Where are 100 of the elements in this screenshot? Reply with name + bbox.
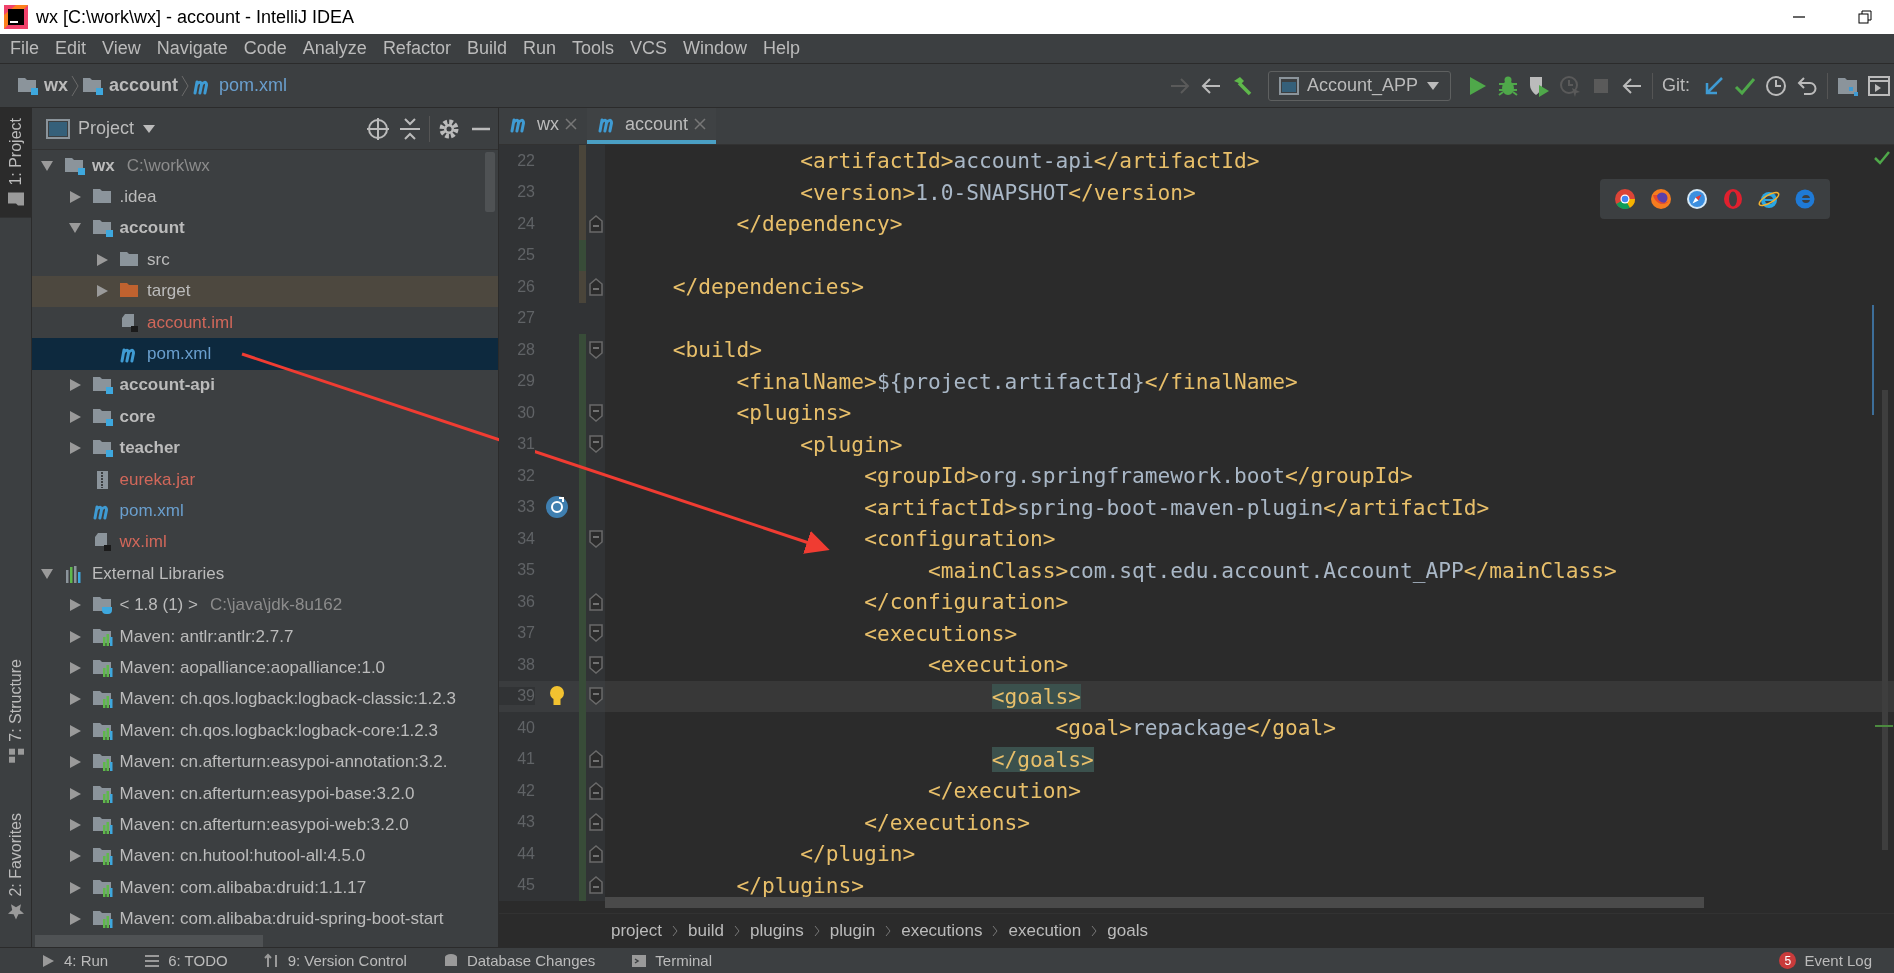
tree-row[interactable]: Maven: cn.afterturn:easypoi-web:3.2.0 [32, 809, 498, 841]
tool-window-tab[interactable]: 7: Structure [0, 648, 32, 774]
breadcrumb-item[interactable]: execution [1008, 920, 1082, 941]
tree-row[interactable]: Maven: cn.hutool:hutool-all:4.5.0 [32, 840, 498, 872]
tree-row[interactable]: wx C:\work\wx [32, 150, 498, 182]
expand-arrow-icon[interactable] [67, 598, 82, 613]
menu-item[interactable]: File [2, 38, 47, 59]
lightbulb-icon[interactable] [548, 685, 566, 708]
unfold-icon[interactable] [588, 844, 603, 863]
expand-arrow-icon[interactable] [95, 284, 109, 299]
tree-row[interactable]: src [32, 244, 498, 276]
tool-window-button[interactable]: Database Changes [442, 952, 596, 969]
crosshair-icon[interactable] [365, 115, 391, 142]
expand-arrow-icon[interactable] [67, 409, 82, 424]
menu-item[interactable]: Window [675, 38, 756, 59]
tree-row[interactable]: core [32, 401, 498, 433]
fold-icon[interactable] [588, 340, 603, 359]
menu-item[interactable]: Refactor [374, 38, 459, 59]
fold-icon[interactable] [588, 529, 603, 548]
menu-item[interactable]: View [94, 38, 149, 59]
scrollbar[interactable] [605, 897, 1704, 908]
breadcrumb-item[interactable]: executions [901, 920, 983, 941]
menu-item[interactable]: VCS [622, 38, 675, 59]
expand-arrow-icon[interactable] [67, 755, 82, 770]
tree-row[interactable]: < 1.8 (1) > C:\java\jdk-8u162 [32, 589, 498, 621]
breadcrumb-item[interactable]: goals [1107, 920, 1148, 941]
unfold-icon[interactable] [588, 592, 603, 611]
unfold-icon[interactable] [588, 781, 603, 800]
expand-arrow-icon[interactable] [67, 786, 82, 801]
expand-arrow-icon[interactable] [67, 880, 82, 895]
tree-row[interactable]: pom.xml [32, 338, 498, 370]
expand-arrow-icon[interactable] [67, 912, 82, 927]
unfold-icon[interactable] [588, 876, 603, 895]
menu-item[interactable]: Help [755, 38, 809, 59]
event-log-button[interactable]: 5 Event Log [1779, 952, 1872, 969]
fold-icon[interactable] [588, 403, 603, 422]
menu-item[interactable]: Code [235, 38, 295, 59]
fold-icon[interactable] [588, 624, 603, 643]
expand-arrow-icon[interactable] [67, 629, 82, 644]
unfold-icon[interactable] [588, 750, 603, 769]
tool-window-button[interactable]: 4: Run [40, 952, 109, 969]
close-icon[interactable] [565, 118, 577, 130]
tool-window-button[interactable]: 9: Version Control [263, 952, 407, 969]
breadcrumb-item[interactable]: account [79, 75, 182, 96]
breadcrumb-item[interactable]: build [688, 920, 724, 941]
breadcrumb-item[interactable]: plugins [749, 920, 804, 941]
tool-window-button[interactable]: 6: TODO [144, 952, 228, 969]
expand-arrow-icon[interactable] [67, 378, 82, 393]
update-arrow-icon[interactable] [1703, 74, 1725, 97]
history-icon[interactable] [1765, 74, 1787, 97]
tree-row[interactable]: Maven: ch.qos.logback:logback-core:1.2.3 [32, 715, 498, 747]
tree-row[interactable]: Maven: com.alibaba:druid:1.1.17 [32, 872, 498, 904]
expand-arrow-icon[interactable] [67, 849, 82, 864]
tree-row[interactable]: wx.iml [32, 526, 498, 559]
unfold-icon[interactable] [588, 277, 603, 296]
browser-icon[interactable] [1650, 188, 1672, 210]
close-icon[interactable] [694, 118, 707, 130]
expand-arrow-icon[interactable] [67, 441, 82, 456]
window-icon[interactable] [1868, 74, 1890, 97]
fold-icon[interactable] [588, 435, 603, 454]
menu-item[interactable]: Edit [47, 38, 95, 59]
tool-window-tab[interactable]: 1: Project [0, 108, 32, 218]
tree-row[interactable]: Maven: com.alibaba:druid-spring-boot-start [32, 903, 498, 935]
collapse-all-icon[interactable] [397, 115, 423, 142]
browser-icon[interactable] [1614, 188, 1636, 210]
tree-row[interactable]: target [32, 275, 498, 307]
menu-item[interactable]: Analyze [294, 38, 375, 59]
menu-item[interactable]: Build [458, 38, 515, 59]
tree-row[interactable]: account-api [32, 369, 498, 402]
tree-row[interactable]: eureka.jar [32, 463, 498, 496]
menu-item[interactable]: Tools [563, 38, 622, 59]
expand-arrow-icon[interactable] [67, 692, 82, 707]
run-gutter-icon[interactable] [545, 495, 569, 520]
collapse-arrow-icon[interactable] [40, 158, 54, 173]
menu-item[interactable]: Navigate [148, 38, 236, 59]
unfold-icon[interactable] [588, 813, 603, 832]
expand-arrow-icon[interactable] [67, 723, 82, 738]
tree-row[interactable]: account [32, 212, 498, 245]
tree-row[interactable]: Maven: antlr:antlr:2.7.7 [32, 620, 498, 653]
breadcrumb-item[interactable]: wx [14, 75, 71, 96]
tool-window-tab[interactable]: 2: Favorites [0, 803, 32, 931]
expand-arrow-icon[interactable] [67, 817, 82, 832]
tree-row[interactable]: .idea [32, 181, 498, 213]
tree-row[interactable]: External Libraries [32, 558, 498, 590]
tree-row[interactable]: Maven: cn.afterturn:easypoi-base:3.2.0 [32, 777, 498, 810]
browser-icon[interactable] [1686, 188, 1708, 210]
tree-row[interactable]: Maven: ch.qos.logback:logback-classic:1.2.3 [32, 683, 498, 716]
scrollbar[interactable] [35, 935, 263, 947]
run-configuration-dropdown[interactable]: Account_APP [1267, 70, 1451, 101]
project-view-dropdown[interactable]: Project [40, 117, 163, 140]
tree-row[interactable]: Maven: cn.afterturn:easypoi-annotation:3.2. [32, 746, 498, 778]
tree-row[interactable]: Maven: aopalliance:aopalliance:1.0 [32, 652, 498, 684]
tree-row[interactable]: pom.xml [32, 495, 498, 527]
breadcrumb-item[interactable]: pom.xml [189, 75, 291, 96]
unfold-icon[interactable] [588, 214, 603, 233]
expand-arrow-icon[interactable] [95, 252, 109, 267]
shield-run-icon[interactable] [1528, 74, 1550, 97]
bug-icon[interactable] [1497, 74, 1519, 97]
tree-row[interactable]: account.iml [32, 306, 498, 339]
breadcrumb-item[interactable]: plugin [829, 920, 876, 941]
